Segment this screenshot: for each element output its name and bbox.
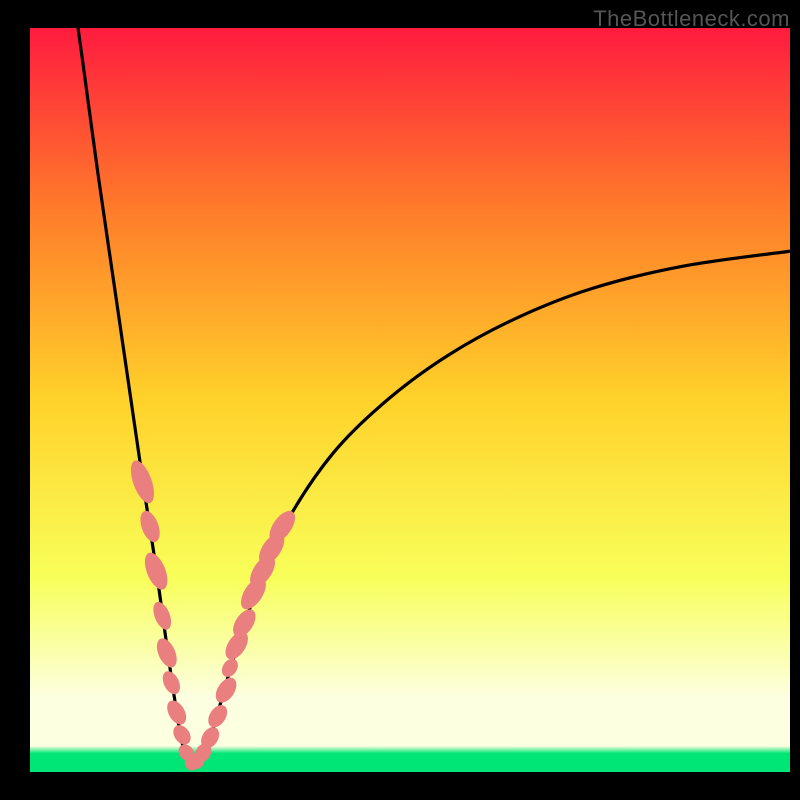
watermark-text: TheBottleneck.com xyxy=(593,6,790,32)
chart-container: TheBottleneck.com xyxy=(0,0,800,800)
bottleneck-curve-chart xyxy=(0,0,800,800)
plot-background xyxy=(30,28,790,772)
